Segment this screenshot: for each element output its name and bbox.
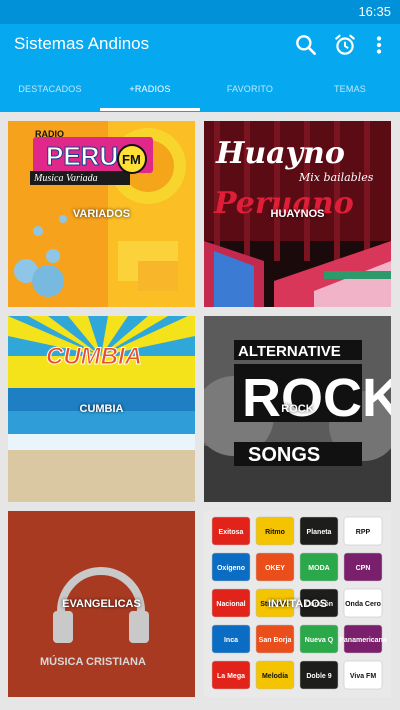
tab-bar: DESTACADOS +RADIOS FAVORITO TEMAS (0, 66, 400, 112)
tab-temas[interactable]: TEMAS (300, 66, 400, 112)
category-card-rock[interactable]: ALTERNATIVE ROCK SONGS ROCK (204, 316, 391, 502)
category-label: VARIADOS (72, 208, 131, 220)
category-grid: RADIO PERU Musica Variada FM VARIADOS Hu… (0, 112, 400, 710)
category-card-evangelicas[interactable]: MÚSICA CRISTIANA EVANGELICAS (8, 511, 195, 697)
category-card-variados[interactable]: RADIO PERU Musica Variada FM VARIADOS (8, 121, 195, 307)
status-bar: 16:35 (0, 0, 400, 24)
search-icon[interactable] (293, 32, 319, 58)
category-card-cumbia[interactable]: CUMBIA CUMBIA (8, 316, 195, 502)
more-vert-icon[interactable] (366, 32, 392, 58)
category-label: EVANGELICAS (62, 598, 141, 610)
category-card-huaynos[interactable]: Huayno Mix bailables Peruano HUAYNOS (204, 121, 391, 307)
alarm-icon[interactable] (332, 32, 358, 58)
toolbar: Sistemas Andinos (0, 24, 400, 66)
tab-indicator (100, 108, 200, 111)
app-title: Sistemas Andinos (14, 34, 150, 53)
tab-destacados[interactable]: DESTACADOS (0, 66, 100, 112)
tab-favorito[interactable]: FAVORITO (200, 66, 300, 112)
status-time: 16:35 (358, 4, 391, 19)
tab-radios[interactable]: +RADIOS (100, 66, 200, 112)
category-card-invitados[interactable]: Exitosa Ritmo Planeta RPP Oxígeno OKEY MODA CPN… (204, 511, 391, 697)
category-label: CUMBIA (79, 403, 124, 415)
category-label: INVITADOS (267, 598, 328, 610)
category-label: ROCK (281, 403, 314, 415)
category-label: HUAYNOS (270, 208, 325, 220)
